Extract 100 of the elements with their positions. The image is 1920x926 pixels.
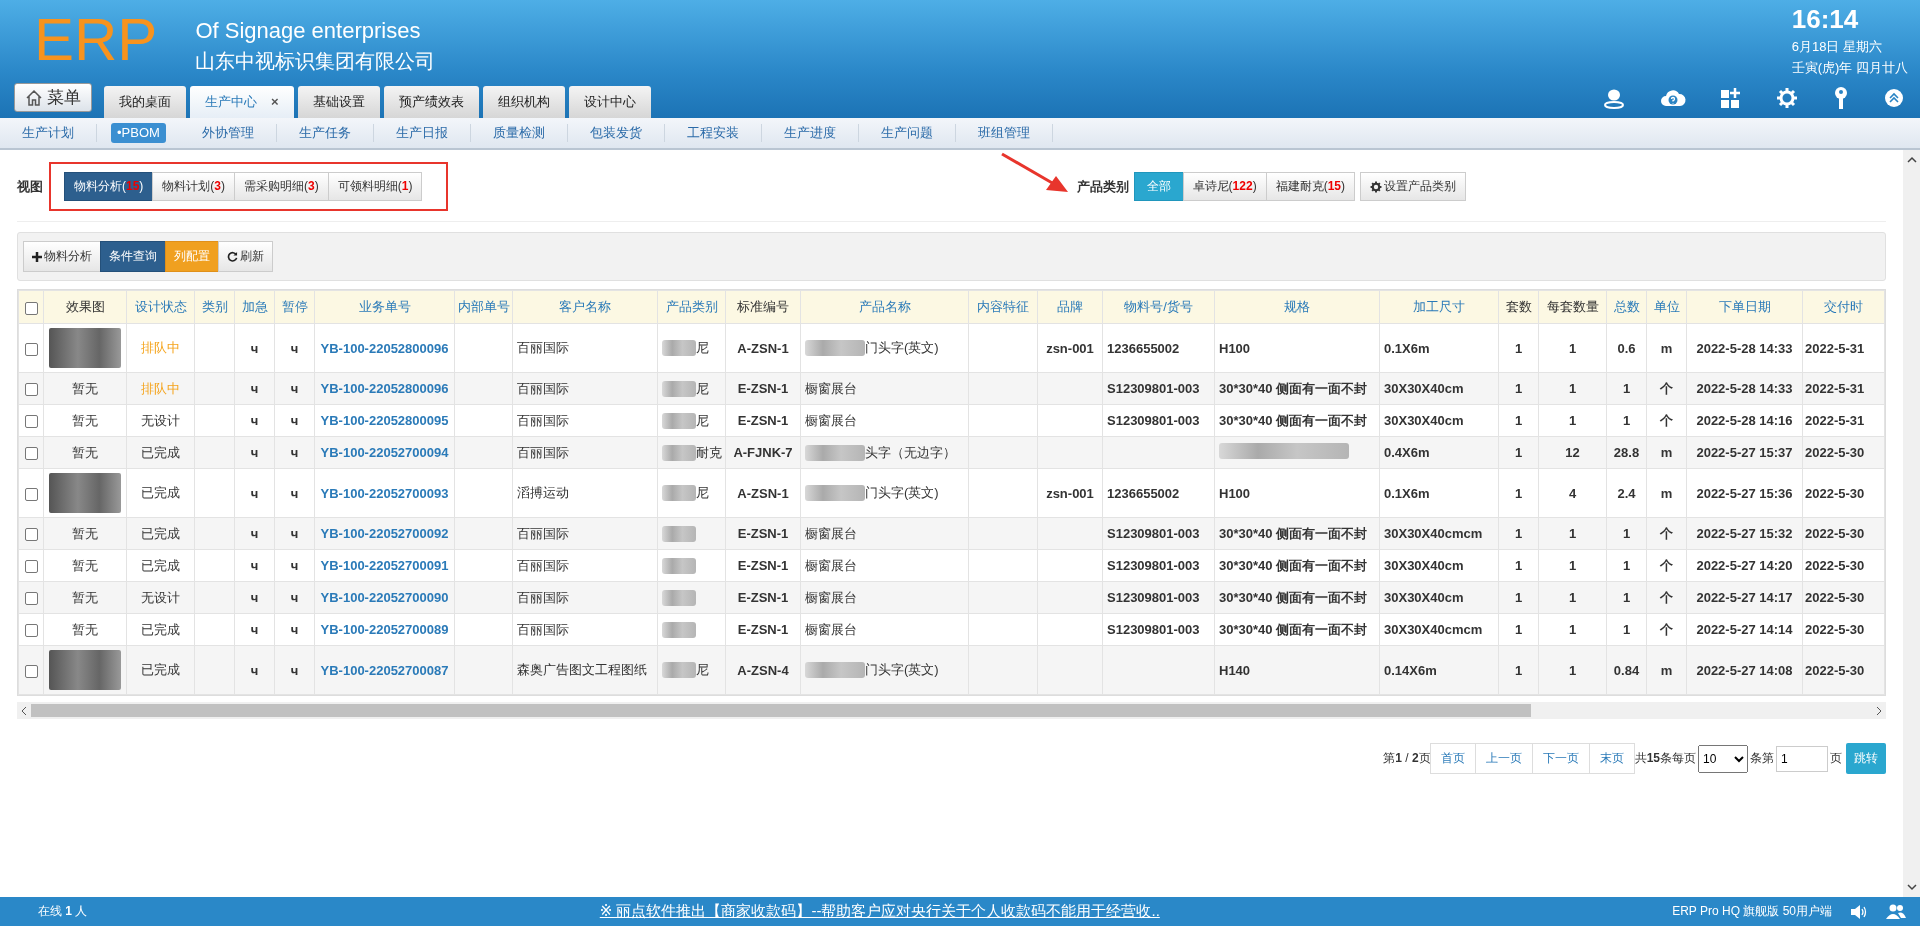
toolbar-button[interactable]: 条件查询 (100, 241, 166, 272)
subnav-item[interactable]: 生产计划 (0, 124, 97, 142)
module-tab[interactable]: 设计中心 (568, 86, 651, 118)
category-tab[interactable]: 全部 (1133, 172, 1184, 201)
select-all-checkbox[interactable] (24, 301, 38, 315)
tab-close-button[interactable]: × (271, 94, 279, 109)
column-header[interactable]: 品牌 (1037, 290, 1103, 324)
scroll-down-icon[interactable] (1906, 883, 1917, 891)
column-header[interactable]: 内容特征 (968, 290, 1038, 324)
category-tab[interactable]: 卓诗尼(122) (1182, 172, 1267, 201)
users-icon[interactable] (1886, 903, 1906, 920)
column-header[interactable]: 加工尺寸 (1379, 290, 1499, 324)
table-cell: 1 (1514, 445, 1523, 460)
category-settings-button[interactable]: 设置产品类别 (1360, 172, 1466, 201)
row-checkbox[interactable] (24, 415, 38, 429)
page-button[interactable]: 首页 (1429, 743, 1476, 774)
collapse-icon[interactable] (1884, 88, 1904, 108)
subnav-item[interactable]: 班组管理 (955, 124, 1053, 142)
subnav-item[interactable]: 包装发货 (567, 124, 665, 142)
column-header[interactable]: 规格 (1214, 290, 1380, 324)
view-tab[interactable]: 物料分析(15) (64, 172, 154, 201)
table-cell: S12309801-003 (1107, 381, 1200, 396)
table-cell: 1 (1514, 413, 1523, 428)
column-header[interactable]: 单位 (1646, 290, 1687, 324)
row-checkbox[interactable] (24, 342, 38, 356)
view-tab[interactable]: 需采购明细(3) (234, 172, 329, 201)
subnav-item[interactable]: 生产任务 (276, 124, 374, 142)
view-tab[interactable]: 物料计划(3) (152, 172, 236, 201)
column-header[interactable]: 业务单号 (314, 290, 455, 324)
row-checkbox[interactable] (24, 624, 38, 638)
page-button[interactable]: 下一页 (1531, 743, 1590, 774)
design-status: 无设计 (141, 412, 180, 428)
subnav-item[interactable]: 生产日报 (373, 124, 471, 142)
page-size-select[interactable]: 10 (1698, 744, 1748, 773)
column-header[interactable]: 下单日期 (1686, 290, 1803, 324)
module-tab[interactable]: 生产中心 × (190, 86, 294, 118)
urgent-mark: ч (250, 413, 259, 428)
row-checkbox[interactable] (24, 447, 38, 461)
subnav-item[interactable]: 外协管理 (179, 124, 277, 142)
row-checkbox[interactable] (24, 560, 38, 574)
view-tab[interactable]: 可领料明细(1) (327, 172, 423, 201)
subnav-item[interactable]: 生产进度 (761, 124, 859, 142)
blurred-text (662, 557, 696, 574)
scroll-up-icon[interactable] (1906, 156, 1917, 164)
subnav-item[interactable]: 生产问题 (858, 124, 956, 142)
table-cell: 2022-5-27 14:08 (1696, 662, 1793, 678)
column-header[interactable]: 类别 (194, 290, 235, 324)
row-checkbox[interactable] (24, 592, 38, 606)
add-widget-icon[interactable] (1720, 87, 1742, 109)
speaker-icon[interactable] (1850, 903, 1868, 920)
subnav-item[interactable]: 工程安装 (664, 124, 762, 142)
urgent-mark: ч (250, 590, 259, 605)
column-header[interactable]: 暂停 (274, 290, 315, 324)
page-button[interactable]: 末页 (1588, 743, 1635, 774)
vertical-scrollbar[interactable] (1903, 150, 1920, 897)
table-cell: E-ZSN-1 (737, 526, 789, 541)
column-header[interactable]: 物料号/货号 (1102, 290, 1215, 324)
column-header[interactable]: 交付时 (1802, 290, 1885, 324)
column-header[interactable]: 内部单号 (454, 290, 513, 324)
table-cell: 森奥广告图文工程图纸 (517, 662, 647, 677)
table-cell: 30*30*40 侧面有一面不封 (1219, 412, 1368, 428)
urgent-mark: ч (250, 662, 259, 678)
subnav-item[interactable]: •PBOM (111, 123, 166, 143)
row-checkbox[interactable] (24, 383, 38, 397)
module-tab[interactable]: 组织机构 (482, 86, 565, 118)
page-info: 第1 / 2页 (1383, 750, 1431, 767)
table-cell: 30X30X40cmcm (1384, 526, 1483, 541)
notice-link[interactable]: ※ 丽点软件推出【商家收款码】--帮助客户应对央行关于个人收款码不能用于经营收.. (599, 902, 1160, 921)
module-tab[interactable]: 基础设置 (297, 86, 380, 118)
row-checkbox[interactable] (24, 528, 38, 542)
horizontal-scrollbar[interactable] (17, 702, 1886, 719)
module-tab[interactable]: 我的桌面 (104, 86, 186, 118)
photo-placeholder (49, 473, 121, 513)
page-input[interactable]: 1 (1776, 745, 1828, 772)
goto-button[interactable]: 跳转 (1846, 743, 1886, 774)
module-tab[interactable]: 预产绩效表 (383, 86, 479, 118)
table-cell: 头字（无边字） (865, 443, 956, 462)
page-button[interactable]: 上一页 (1474, 743, 1533, 774)
column-header[interactable]: 产品名称 (800, 290, 969, 324)
column-header[interactable]: 设计状态 (126, 290, 195, 324)
column-header[interactable]: 加急 (234, 290, 275, 324)
table-cell: 0.6 (1617, 340, 1636, 356)
table-cell: S12309801-003 (1107, 526, 1200, 541)
toolbar-button[interactable]: 刷新 (218, 241, 273, 272)
column-header[interactable]: 总数 (1606, 290, 1647, 324)
row-checkbox[interactable] (24, 664, 38, 678)
key-icon[interactable] (1832, 86, 1850, 110)
blurred-text (662, 621, 696, 638)
subnav-item[interactable]: 质量检测 (470, 124, 568, 142)
urgent-mark: ч (250, 340, 259, 356)
settings-icon[interactable] (1776, 87, 1798, 109)
settings-icon (1370, 180, 1382, 193)
row-checkbox[interactable] (24, 487, 38, 501)
column-header[interactable]: 产品类别 (657, 290, 726, 324)
column-header[interactable]: 客户名称 (512, 290, 658, 324)
table-cell: 百丽国际 (517, 557, 569, 573)
toolbar-button[interactable]: 物料分析 (23, 241, 101, 272)
category-tab[interactable]: 福建耐克(15) (1265, 172, 1355, 201)
table-cell: 1236655002 (1107, 340, 1180, 356)
menu-button[interactable]: 菜单 (14, 83, 92, 112)
